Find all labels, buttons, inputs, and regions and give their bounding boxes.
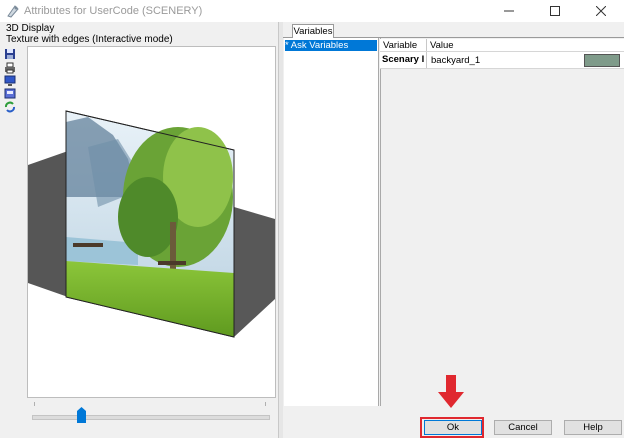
color-swatch[interactable] xyxy=(584,54,620,67)
save-icon[interactable] xyxy=(4,48,18,60)
tab-variables[interactable]: Variables xyxy=(292,24,334,38)
column-header-variable: Variable xyxy=(383,40,418,51)
display-toolbar xyxy=(4,46,22,116)
down-arrow-icon xyxy=(438,375,464,408)
refresh-icon[interactable] xyxy=(4,101,18,113)
maximize-button[interactable] xyxy=(532,0,578,22)
cell-variable-value[interactable]: backyard_1 xyxy=(431,55,480,66)
close-icon xyxy=(596,6,606,16)
close-button[interactable] xyxy=(578,0,624,22)
print-icon[interactable] xyxy=(4,62,18,74)
ok-button[interactable]: Ok xyxy=(424,420,482,435)
minimize-button[interactable] xyxy=(486,0,532,22)
monitor-icon[interactable] xyxy=(4,75,18,87)
slider-tick xyxy=(34,402,35,406)
variables-grid xyxy=(380,38,624,406)
app-icon xyxy=(6,4,20,18)
column-header-value: Value xyxy=(430,40,454,51)
right-shadow-plane xyxy=(234,207,275,337)
window-title: Attributes for UserCode (SCENERY) xyxy=(24,5,203,17)
3d-viewport[interactable] xyxy=(27,46,276,398)
cell-variable-name: Scenary I xyxy=(382,54,425,65)
cell-divider xyxy=(426,52,427,68)
texture-panel xyxy=(65,110,235,338)
maximize-icon xyxy=(550,6,560,16)
variables-tree xyxy=(284,38,379,406)
left-shadow-plane xyxy=(28,151,68,297)
tree-item-ask-variables[interactable]: * Ask Variables xyxy=(285,40,377,51)
slider-thumb[interactable] xyxy=(77,407,87,423)
display-section-label: 3D Display xyxy=(6,23,55,34)
help-button[interactable]: Help xyxy=(564,420,622,435)
slider-track[interactable] xyxy=(32,415,270,420)
scenery-render xyxy=(28,110,275,338)
column-divider[interactable] xyxy=(426,39,427,51)
display-settings-icon[interactable] xyxy=(4,88,18,100)
slider-tick xyxy=(265,402,266,406)
display-mode-label: Texture with edges (Interactive mode) xyxy=(6,34,173,45)
minimize-icon xyxy=(504,10,514,12)
cancel-button[interactable]: Cancel xyxy=(494,420,552,435)
